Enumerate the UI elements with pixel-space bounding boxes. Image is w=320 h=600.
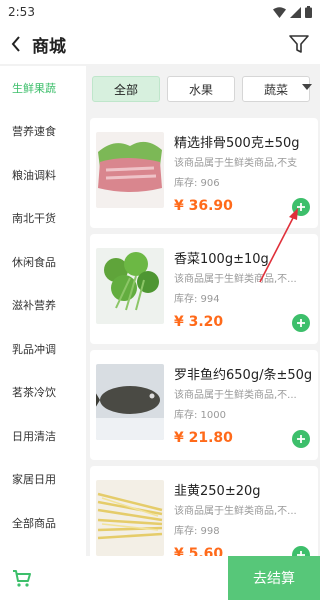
sidebar-item-label: 家居日用 xyxy=(12,473,56,487)
product-stock: 库存: 906 xyxy=(174,178,220,189)
sidebar-item-grain-oil[interactable]: 粮油调料 xyxy=(0,153,86,197)
sidebar-item-nutrition[interactable]: 滋补营养 xyxy=(0,284,86,328)
product-name: 香菜100g±10g xyxy=(174,252,269,267)
product-description: 该商品属于生鲜类商品,不... xyxy=(174,274,297,285)
sidebar-item-label: 日用清洁 xyxy=(12,429,56,443)
add-to-cart-button[interactable] xyxy=(292,198,310,216)
sidebar-item-cleaning[interactable]: 日用清洁 xyxy=(0,414,86,458)
sidebar-item-dairy[interactable]: 乳品冲调 xyxy=(0,327,86,371)
plus-icon xyxy=(297,203,305,211)
category-sidebar: 生鲜果蔬 营养速食 粮油调料 南北干货 休闲食品 滋补营养 乳品冲调 茗茶冷饮 … xyxy=(0,66,86,556)
product-image-ribs xyxy=(96,132,164,208)
sidebar-item-dry-goods[interactable]: 南北干货 xyxy=(0,197,86,241)
sidebar-item-label: 生鲜果蔬 xyxy=(12,81,56,95)
plus-icon xyxy=(297,319,305,327)
plus-icon xyxy=(297,435,305,443)
product-description: 该商品属于生鲜类商品,不... xyxy=(174,506,297,517)
status-bar: 2:53 xyxy=(0,0,320,24)
product-stock: 库存: 994 xyxy=(174,294,220,305)
bottom-bar: 去结算 xyxy=(0,556,320,600)
product-list: 精选排骨500克±50g 该商品属于生鲜类商品,不支 库存: 906 ¥ 36.… xyxy=(86,112,320,556)
add-to-cart-button[interactable] xyxy=(292,546,310,556)
sidebar-item-instant-food[interactable]: 营养速食 xyxy=(0,110,86,154)
product-card[interactable]: 韭黄250±20g 该商品属于生鲜类商品,不... 库存: 998 ¥ 5.60 xyxy=(90,466,318,556)
sidebar-item-label: 南北干货 xyxy=(12,212,56,226)
subcategory-tabs: 全部 水果 蔬菜 xyxy=(86,66,320,112)
product-price: ¥ 21.80 xyxy=(174,430,233,446)
product-stock: 库存: 1000 xyxy=(174,410,226,421)
filter-icon[interactable] xyxy=(288,33,310,55)
product-image-chives xyxy=(96,480,164,556)
cart-icon[interactable] xyxy=(12,568,32,588)
sidebar-item-label: 乳品冲调 xyxy=(12,342,56,356)
page-title: 商城 xyxy=(32,36,66,57)
sidebar-item-label: 全部商品 xyxy=(12,516,56,530)
sidebar-item-label: 休闲食品 xyxy=(12,255,56,269)
product-price: ¥ 3.20 xyxy=(174,314,224,330)
add-to-cart-button[interactable] xyxy=(292,430,310,448)
product-name: 韭黄250±20g xyxy=(174,484,261,499)
tab-all[interactable]: 全部 xyxy=(92,76,160,102)
product-image-tilapia xyxy=(96,364,164,440)
product-price: ¥ 36.90 xyxy=(174,198,233,214)
status-icons xyxy=(273,6,312,18)
product-image-coriander xyxy=(96,248,164,324)
app-header: 商城 xyxy=(0,24,320,64)
sidebar-item-snacks[interactable]: 休闲食品 xyxy=(0,240,86,284)
product-price: ¥ 5.60 xyxy=(174,546,224,556)
checkout-button[interactable]: 去结算 xyxy=(228,556,320,600)
back-button[interactable] xyxy=(2,24,30,64)
tab-vegetables[interactable]: 蔬菜 xyxy=(242,76,310,102)
product-description: 该商品属于生鲜类商品,不... xyxy=(174,390,297,401)
tab-fruit[interactable]: 水果 xyxy=(167,76,235,102)
wifi-icon xyxy=(273,6,286,18)
add-to-cart-button[interactable] xyxy=(292,314,310,332)
sidebar-item-label: 滋补营养 xyxy=(12,299,56,313)
signal-icon xyxy=(290,6,301,18)
product-card[interactable]: 精选排骨500克±50g 该商品属于生鲜类商品,不支 库存: 906 ¥ 36.… xyxy=(90,118,318,228)
tabs-expand-icon[interactable] xyxy=(302,84,312,90)
product-card[interactable]: 香菜100g±10g 该商品属于生鲜类商品,不... 库存: 994 ¥ 3.2… xyxy=(90,234,318,344)
battery-icon xyxy=(305,6,312,18)
sidebar-item-label: 粮油调料 xyxy=(12,168,56,182)
product-name: 罗非鱼约650g/条±50g xyxy=(174,368,313,383)
chevron-left-icon xyxy=(11,36,20,52)
sidebar-item-home[interactable]: 家居日用 xyxy=(0,458,86,502)
product-stock: 库存: 998 xyxy=(174,526,220,537)
product-description: 该商品属于生鲜类商品,不支 xyxy=(174,158,298,169)
status-time: 2:53 xyxy=(8,5,35,19)
sidebar-item-fresh[interactable]: 生鲜果蔬 xyxy=(0,66,86,110)
sidebar-item-all[interactable]: 全部商品 xyxy=(0,501,86,545)
sidebar-item-tea-drinks[interactable]: 茗茶冷饮 xyxy=(0,371,86,415)
sidebar-item-label: 茗茶冷饮 xyxy=(12,386,56,400)
product-name: 精选排骨500克±50g xyxy=(174,136,300,151)
sidebar-item-label: 营养速食 xyxy=(12,125,56,139)
product-card[interactable]: 罗非鱼约650g/条±50g 该商品属于生鲜类商品,不... 库存: 1000 … xyxy=(90,350,318,460)
